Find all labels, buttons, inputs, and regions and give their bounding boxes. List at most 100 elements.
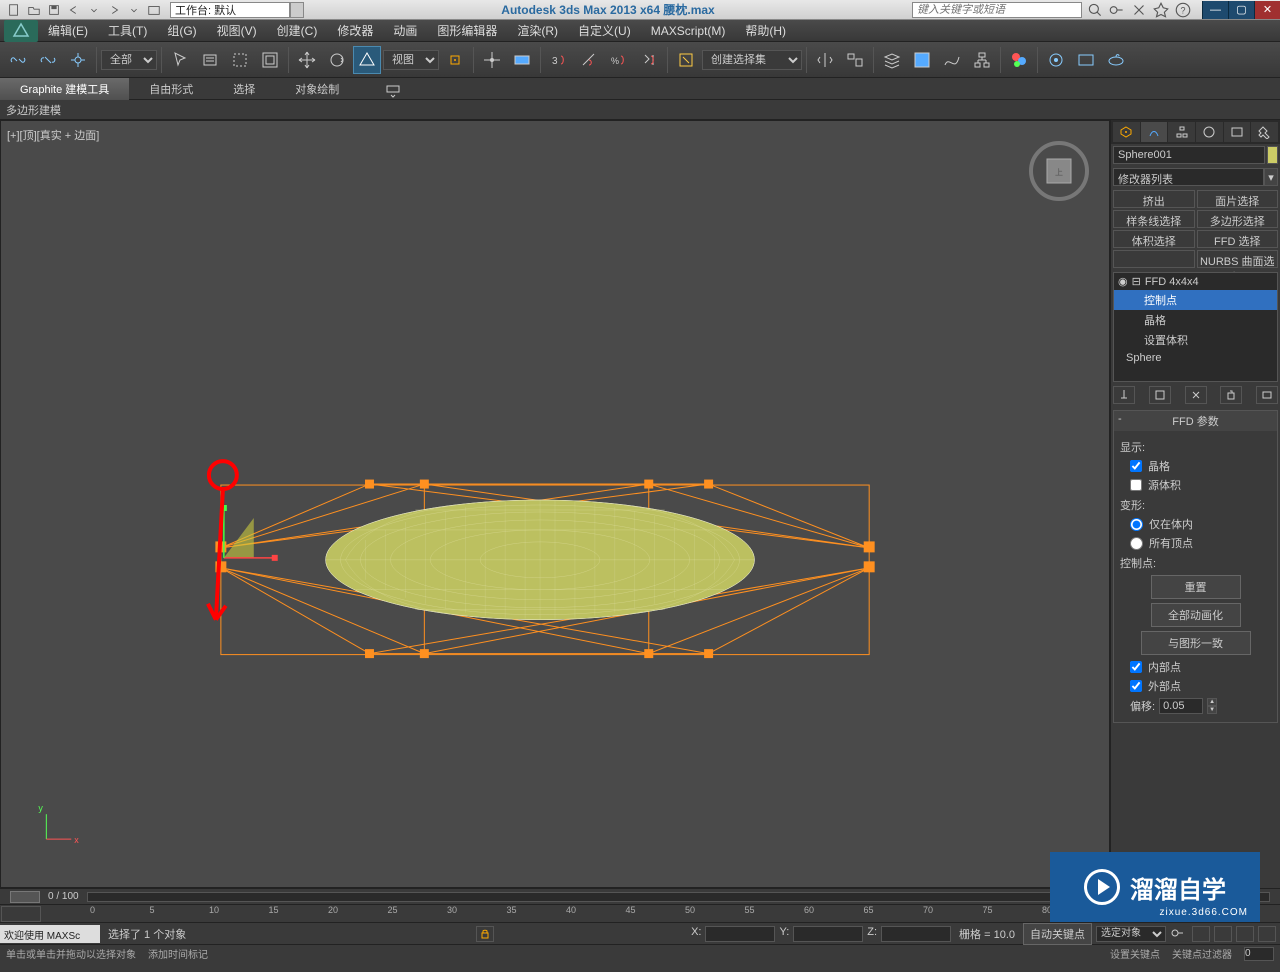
percent-snap-icon[interactable]: % (605, 46, 633, 74)
object-color-swatch[interactable] (1267, 146, 1278, 164)
lattice-checkbox[interactable]: 晶格 (1130, 458, 1271, 474)
modifier-facesel-button[interactable]: 面片选择 (1197, 190, 1279, 208)
time-slider-thumb[interactable] (10, 891, 40, 903)
play-icon[interactable] (1236, 926, 1254, 942)
pin-stack-icon[interactable] (1113, 386, 1135, 404)
play-prev-icon[interactable] (1214, 926, 1232, 942)
render-icon[interactable] (1102, 46, 1130, 74)
modifier-splinesel-button[interactable]: 样条线选择 (1113, 210, 1195, 228)
z-field[interactable] (881, 926, 951, 942)
stack-sphere[interactable]: Sphere (1114, 350, 1277, 366)
manipulate-icon[interactable] (478, 46, 506, 74)
outer-points-checkbox[interactable]: 外部点 (1130, 678, 1271, 694)
show-end-result-icon[interactable] (1149, 386, 1171, 404)
make-unique-icon[interactable] (1185, 386, 1207, 404)
all-vertices-radio[interactable]: 所有顶点 (1130, 535, 1271, 551)
render-frame-icon[interactable] (1072, 46, 1100, 74)
spinner-buttons[interactable]: ▲▼ (1207, 698, 1217, 714)
unlink-icon[interactable] (34, 46, 62, 74)
lock-selection-icon[interactable] (476, 926, 494, 942)
app-menu-icon[interactable] (4, 20, 38, 42)
schematic-view-icon[interactable] (968, 46, 996, 74)
eye-icon[interactable]: ◉ (1118, 275, 1128, 288)
curve-editor-icon[interactable] (938, 46, 966, 74)
keyboard-shortcut-icon[interactable] (508, 46, 536, 74)
source-volume-checkbox[interactable]: 源体积 (1130, 477, 1271, 493)
workspace-selector[interactable]: 工作台: 默认 (170, 2, 290, 18)
key-filter-btn[interactable]: 关键点过滤器 (1172, 946, 1232, 961)
viewport[interactable]: [+][顶][真实 + 边面] 上 y x (0, 120, 1110, 888)
menu-maxscript[interactable]: MAXScript(M) (641, 24, 736, 38)
track-key-selector[interactable] (1, 906, 41, 922)
project-folder-icon[interactable] (144, 1, 164, 19)
menu-view[interactable]: 视图(V) (207, 22, 267, 39)
modifier-polysel-button[interactable]: 多边形选择 (1197, 210, 1279, 228)
only-in-volume-radio[interactable]: 仅在体内 (1130, 516, 1271, 532)
scale-icon[interactable] (353, 46, 381, 74)
play-next-icon[interactable] (1258, 926, 1276, 942)
menu-edit[interactable]: 编辑(E) (38, 22, 98, 39)
move-icon[interactable] (293, 46, 321, 74)
select-window-icon[interactable] (256, 46, 284, 74)
stack-lattice[interactable]: 晶格 (1114, 310, 1277, 330)
stack-set-volume[interactable]: 设置体积 (1114, 330, 1277, 350)
modifier-ffdsel-button[interactable]: FFD 选择 (1197, 230, 1279, 248)
minimize-button[interactable]: — (1202, 1, 1228, 19)
maximize-button[interactable]: ▢ (1228, 1, 1254, 19)
align-icon[interactable] (841, 46, 869, 74)
ribbon-tab-graphite[interactable]: Graphite 建模工具 (0, 78, 129, 100)
animate-all-button[interactable]: 全部动画化 (1151, 603, 1241, 627)
favorite-icon[interactable] (1152, 2, 1170, 18)
menu-help[interactable]: 帮助(H) (735, 22, 796, 39)
select-name-icon[interactable] (196, 46, 224, 74)
undo-icon[interactable] (64, 1, 84, 19)
layers-icon[interactable] (878, 46, 906, 74)
workspace-dropdown-icon[interactable] (290, 2, 304, 18)
save-icon[interactable] (44, 1, 64, 19)
menu-customize[interactable]: 自定义(U) (568, 22, 641, 39)
menu-grapheditor[interactable]: 图形编辑器 (427, 22, 507, 39)
selection-filter[interactable]: 全部 (101, 50, 157, 70)
layer-manager-icon[interactable] (908, 46, 936, 74)
menu-tools[interactable]: 工具(T) (98, 22, 157, 39)
menu-render[interactable]: 渲染(R) (507, 22, 568, 39)
new-file-icon[interactable] (4, 1, 24, 19)
close-button[interactable]: ✕ (1254, 1, 1280, 19)
maxscript-listener[interactable]: 欢迎使用 MAXSc (0, 925, 100, 943)
material-editor-icon[interactable] (1005, 46, 1033, 74)
modifier-list-dropdown[interactable]: 修改器列表 (1113, 168, 1264, 186)
y-field[interactable] (793, 926, 863, 942)
display-tab-icon[interactable] (1224, 122, 1251, 142)
pivot-center-icon[interactable] (441, 46, 469, 74)
modifier-volsel-button[interactable]: 体积选择 (1113, 230, 1195, 248)
ribbon-tab-selection[interactable]: 选择 (213, 78, 275, 100)
x-field[interactable] (705, 926, 775, 942)
remove-modifier-icon[interactable] (1220, 386, 1242, 404)
redo-dropdown-icon[interactable] (124, 1, 144, 19)
inner-points-checkbox[interactable]: 内部点 (1130, 659, 1271, 675)
angle-snap-icon[interactable] (575, 46, 603, 74)
help-search-input[interactable] (912, 2, 1082, 18)
named-selection-set[interactable]: 创建选择集 (702, 50, 802, 70)
rotate-icon[interactable] (323, 46, 351, 74)
select-icon[interactable] (166, 46, 194, 74)
hierarchy-tab-icon[interactable] (1168, 122, 1195, 142)
modifier-extrude-button[interactable]: 挤出 (1113, 190, 1195, 208)
modifier-nurbs-button[interactable]: NURBS 曲面选择 (1197, 250, 1279, 268)
redo-icon[interactable] (104, 1, 124, 19)
edit-named-sel-icon[interactable] (672, 46, 700, 74)
reset-button[interactable]: 重置 (1151, 575, 1241, 599)
create-tab-icon[interactable] (1113, 122, 1140, 142)
ref-coord-system[interactable]: 视图 (383, 50, 439, 70)
utilities-tab-icon[interactable] (1251, 122, 1278, 142)
auto-key-button[interactable]: 自动关键点 (1023, 923, 1092, 945)
render-setup-icon[interactable] (1042, 46, 1070, 74)
link-icon[interactable] (4, 46, 32, 74)
undo-dropdown-icon[interactable] (84, 1, 104, 19)
stack-ffd[interactable]: ◉⊟FFD 4x4x4 (1114, 273, 1277, 290)
spinner-snap-icon[interactable] (635, 46, 663, 74)
exchange-icon[interactable] (1130, 2, 1148, 18)
select-rect-icon[interactable] (226, 46, 254, 74)
motion-tab-icon[interactable] (1196, 122, 1223, 142)
modifier-stack[interactable]: ◉⊟FFD 4x4x4 控制点 晶格 设置体积 Sphere (1113, 272, 1278, 382)
